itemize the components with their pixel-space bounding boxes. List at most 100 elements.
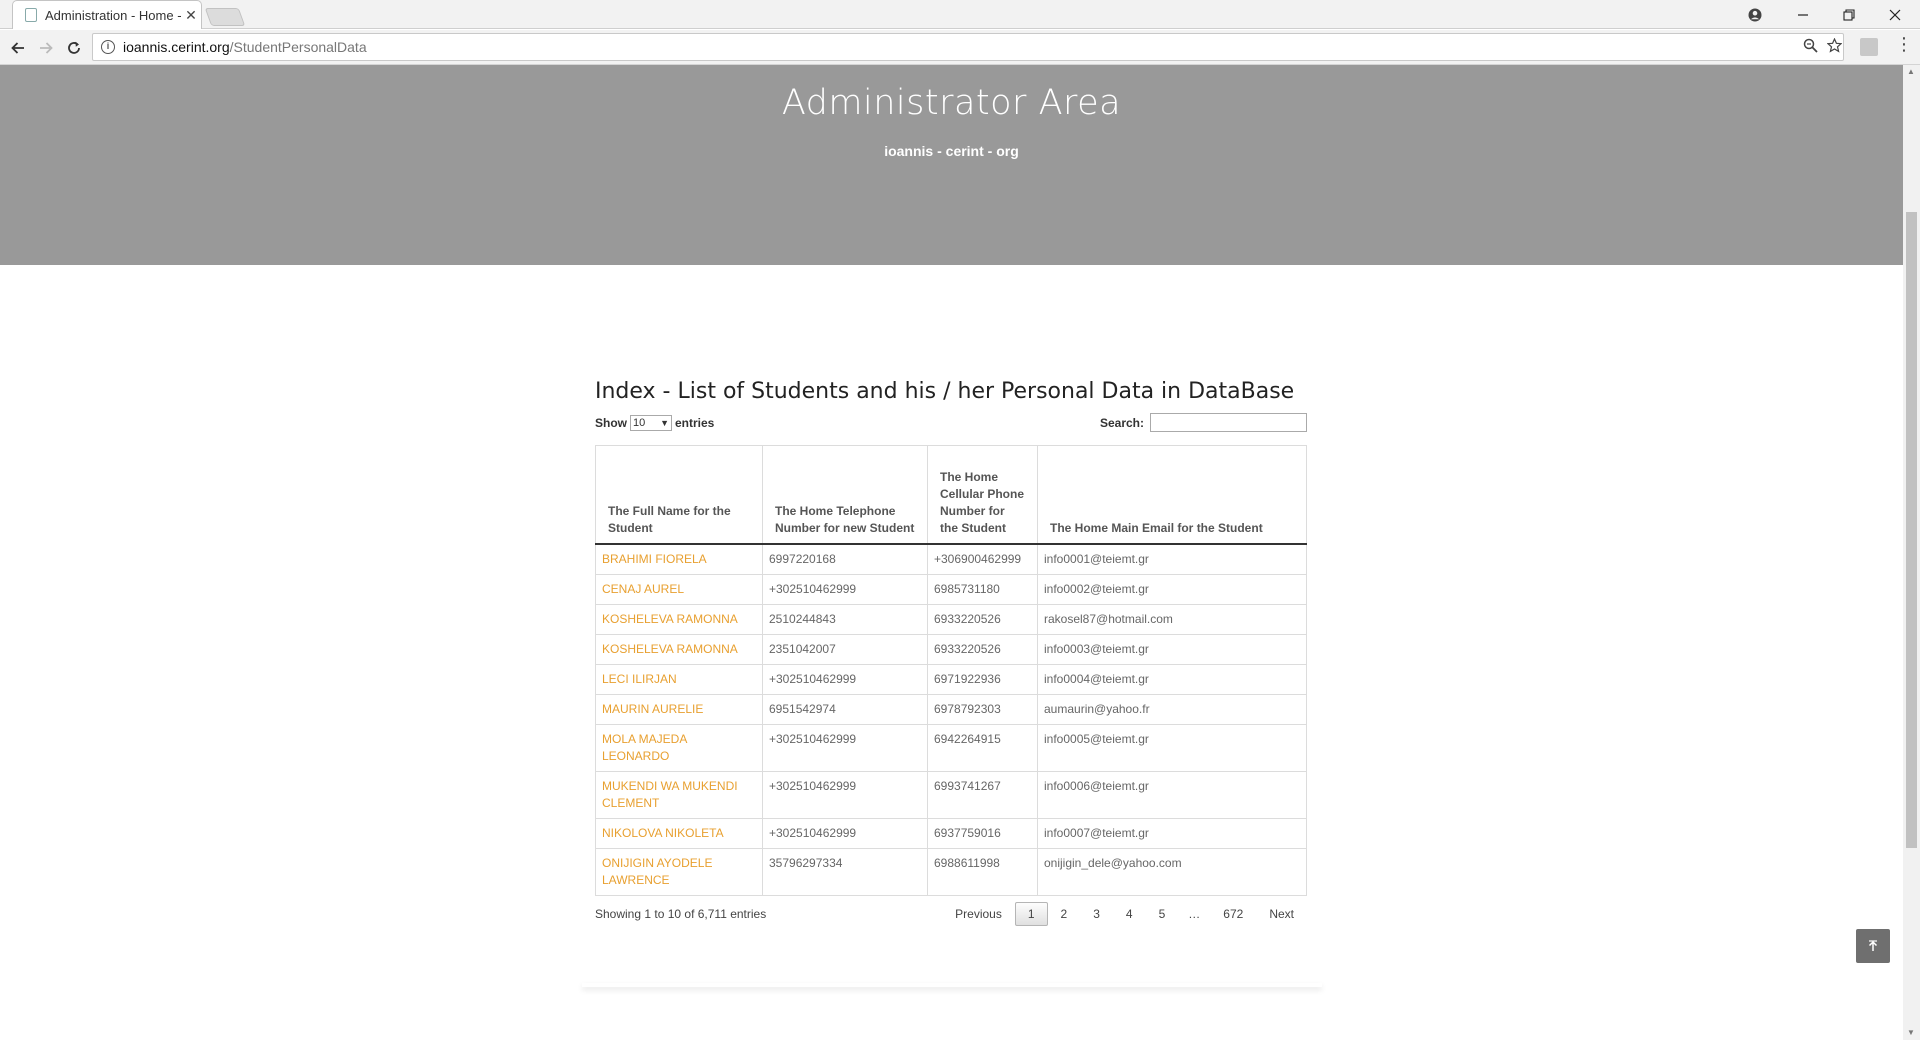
url-host: ioannis.cerint.org	[123, 39, 230, 55]
address-bar[interactable]: i ioannis.cerint.org/StudentPersonalData	[92, 33, 1844, 61]
email-cell: info0006@teiemt.gr	[1037, 770, 1307, 819]
table-row: MAURIN AURELIE 6951542974 6978792303 aumaur…	[595, 693, 1307, 725]
table-row: ONIJIGIN AYODELE LAWRENCE 35796297334 6988…	[595, 847, 1307, 896]
email-cell: rakosel87@hotmail.com	[1037, 603, 1307, 635]
student-name-link[interactable]: NIKOLOVA NIKOLETA	[595, 817, 763, 849]
email-cell: aumaurin@yahoo.fr	[1037, 693, 1307, 725]
browser-menu-icon[interactable]: ⋮	[1895, 34, 1913, 55]
table-row: BRAHIMI FIORELA 6997220168 +306900462999 in…	[595, 543, 1307, 575]
table-row: CENAJ AUREL +302510462999 6985731180 info00…	[595, 573, 1307, 605]
student-name-link[interactable]: KOSHELEVA RAMONNA	[595, 603, 763, 635]
column-header-name[interactable]: The Full Name for the Student	[595, 445, 763, 545]
column-header-telephone[interactable]: The Home Telephone Number for new Studen…	[762, 445, 928, 545]
email-cell: info0001@teiemt.gr	[1037, 543, 1307, 575]
student-name-link[interactable]: MOLA MAJEDA LEONARDO	[595, 723, 763, 772]
browser-toolbar: i ioannis.cerint.org/StudentPersonalData…	[0, 30, 1920, 65]
student-name-link[interactable]: BRAHIMI FIORELA	[595, 543, 763, 575]
extension-icon[interactable]	[1860, 38, 1878, 56]
close-window-icon[interactable]	[1873, 0, 1917, 29]
page-scrollbar[interactable]: ▲ ▼	[1903, 65, 1920, 1040]
entries-label: entries	[675, 416, 715, 430]
cellular-cell: +306900462999	[927, 543, 1038, 575]
table-header-row: The Full Name for the Student The Home T…	[595, 445, 1307, 545]
dropdown-arrow-icon: ▼	[660, 418, 669, 428]
forward-arrow-icon[interactable]	[34, 36, 58, 60]
page-viewport: Administrator Area ioannis - cerint - or…	[0, 65, 1903, 1040]
telephone-cell: 2510244843	[762, 603, 928, 635]
telephone-cell: 6997220168	[762, 543, 928, 575]
email-cell: onijigin_dele@yahoo.com	[1037, 847, 1307, 896]
scrollbar-thumb[interactable]	[1906, 212, 1917, 848]
tab-close-icon[interactable]: ✕	[181, 7, 201, 24]
minimize-icon[interactable]	[1781, 0, 1825, 29]
student-name-link[interactable]: MAURIN AURELIE	[595, 693, 763, 725]
email-cell: info0007@teiemt.gr	[1037, 817, 1307, 849]
zoom-icon[interactable]	[1803, 38, 1818, 57]
scroll-up-arrow-icon[interactable]: ▲	[1907, 67, 1915, 76]
new-tab-button[interactable]	[204, 8, 246, 26]
scroll-down-arrow-icon[interactable]: ▼	[1907, 1028, 1915, 1037]
restore-icon[interactable]	[1827, 0, 1871, 29]
table-row: NIKOLOVA NIKOLETA +302510462999 6937759016…	[595, 817, 1307, 849]
main-content: Index - List of Students and his / her P…	[595, 379, 1307, 936]
page-favicon-icon	[25, 8, 37, 22]
telephone-cell: +302510462999	[762, 817, 928, 849]
show-label: Show	[595, 416, 627, 430]
email-cell: info0005@teiemt.gr	[1037, 723, 1307, 772]
telephone-cell: 2351042007	[762, 633, 928, 665]
table-row: MOLA MAJEDA LEONARDO +302510462999 6942264…	[595, 723, 1307, 772]
student-name-link[interactable]: CENAJ AUREL	[595, 573, 763, 605]
telephone-cell: +302510462999	[762, 770, 928, 819]
reload-icon[interactable]	[62, 36, 86, 60]
telephone-cell: +302510462999	[762, 573, 928, 605]
table-controls: Show 10 ▼ entries Search:	[595, 413, 1307, 439]
telephone-cell: 35796297334	[762, 847, 928, 896]
entries-select[interactable]: 10 ▼	[630, 415, 672, 431]
table-row: LECI ILIRJAN +302510462999 6971922936 info0…	[595, 663, 1307, 695]
email-cell: info0002@teiemt.gr	[1037, 573, 1307, 605]
table-search: Search:	[1100, 413, 1307, 432]
page-title: Index - List of Students and his / her P…	[595, 379, 1295, 404]
student-name-link[interactable]: KOSHELEVA RAMONNA	[595, 633, 763, 665]
email-cell: info0003@teiemt.gr	[1037, 633, 1307, 665]
telephone-cell: +302510462999	[762, 663, 928, 695]
pagination: Previous 1 2 3 4 5 … 672 Next	[942, 901, 1307, 926]
cellular-cell: 6978792303	[927, 693, 1038, 725]
student-name-link[interactable]: ONIJIGIN AYODELE LAWRENCE	[595, 847, 763, 896]
page-header-banner: Administrator Area ioannis - cerint - or…	[0, 65, 1903, 265]
cellular-cell: 6933220526	[927, 603, 1038, 635]
profile-icon[interactable]	[1733, 0, 1777, 29]
site-info-icon[interactable]: i	[101, 40, 115, 54]
entries-length-control: Show 10 ▼ entries	[595, 415, 714, 431]
pagination-previous[interactable]: Previous	[942, 902, 1015, 926]
cellular-cell: 6993741267	[927, 770, 1038, 819]
column-header-email[interactable]: The Home Main Email for the Student	[1037, 445, 1307, 545]
cellular-cell: 6942264915	[927, 723, 1038, 772]
email-cell: info0004@teiemt.gr	[1037, 663, 1307, 695]
table-info: Showing 1 to 10 of 6,711 entries	[595, 906, 767, 921]
student-name-link[interactable]: MUKENDI WA MUKENDI CLEMENT	[595, 770, 763, 819]
site-title: Administrator Area	[781, 83, 1122, 123]
site-subtitle: ioannis - cerint - org	[884, 143, 1019, 159]
url-path: /StudentPersonalData	[229, 39, 367, 55]
pagination-page-5[interactable]: 5	[1146, 902, 1179, 926]
bookmark-star-icon[interactable]	[1826, 37, 1843, 57]
pagination-ellipsis: …	[1188, 906, 1201, 921]
pagination-page-3[interactable]: 3	[1080, 902, 1113, 926]
pagination-page-2[interactable]: 2	[1048, 902, 1081, 926]
table-row: KOSHELEVA RAMONNA 2351042007 6933220526 inf…	[595, 633, 1307, 665]
cellular-cell: 6937759016	[927, 817, 1038, 849]
browser-tab[interactable]: Administration - Home - ✕	[12, 0, 202, 29]
browser-tab-strip: Administration - Home - ✕	[0, 0, 1920, 29]
column-header-cellular[interactable]: The Home Cellular Phone Number for the S…	[927, 445, 1038, 545]
cellular-cell: 6988611998	[927, 847, 1038, 896]
pagination-page-1[interactable]: 1	[1014, 901, 1048, 926]
back-to-top-button[interactable]	[1856, 929, 1890, 963]
search-input[interactable]	[1150, 413, 1307, 432]
pagination-next[interactable]: Next	[1256, 902, 1307, 926]
student-name-link[interactable]: LECI ILIRJAN	[595, 663, 763, 695]
pagination-page-4[interactable]: 4	[1113, 902, 1146, 926]
pagination-page-last[interactable]: 672	[1210, 902, 1256, 926]
back-arrow-icon[interactable]	[6, 36, 30, 60]
tab-title: Administration - Home -	[45, 7, 181, 23]
